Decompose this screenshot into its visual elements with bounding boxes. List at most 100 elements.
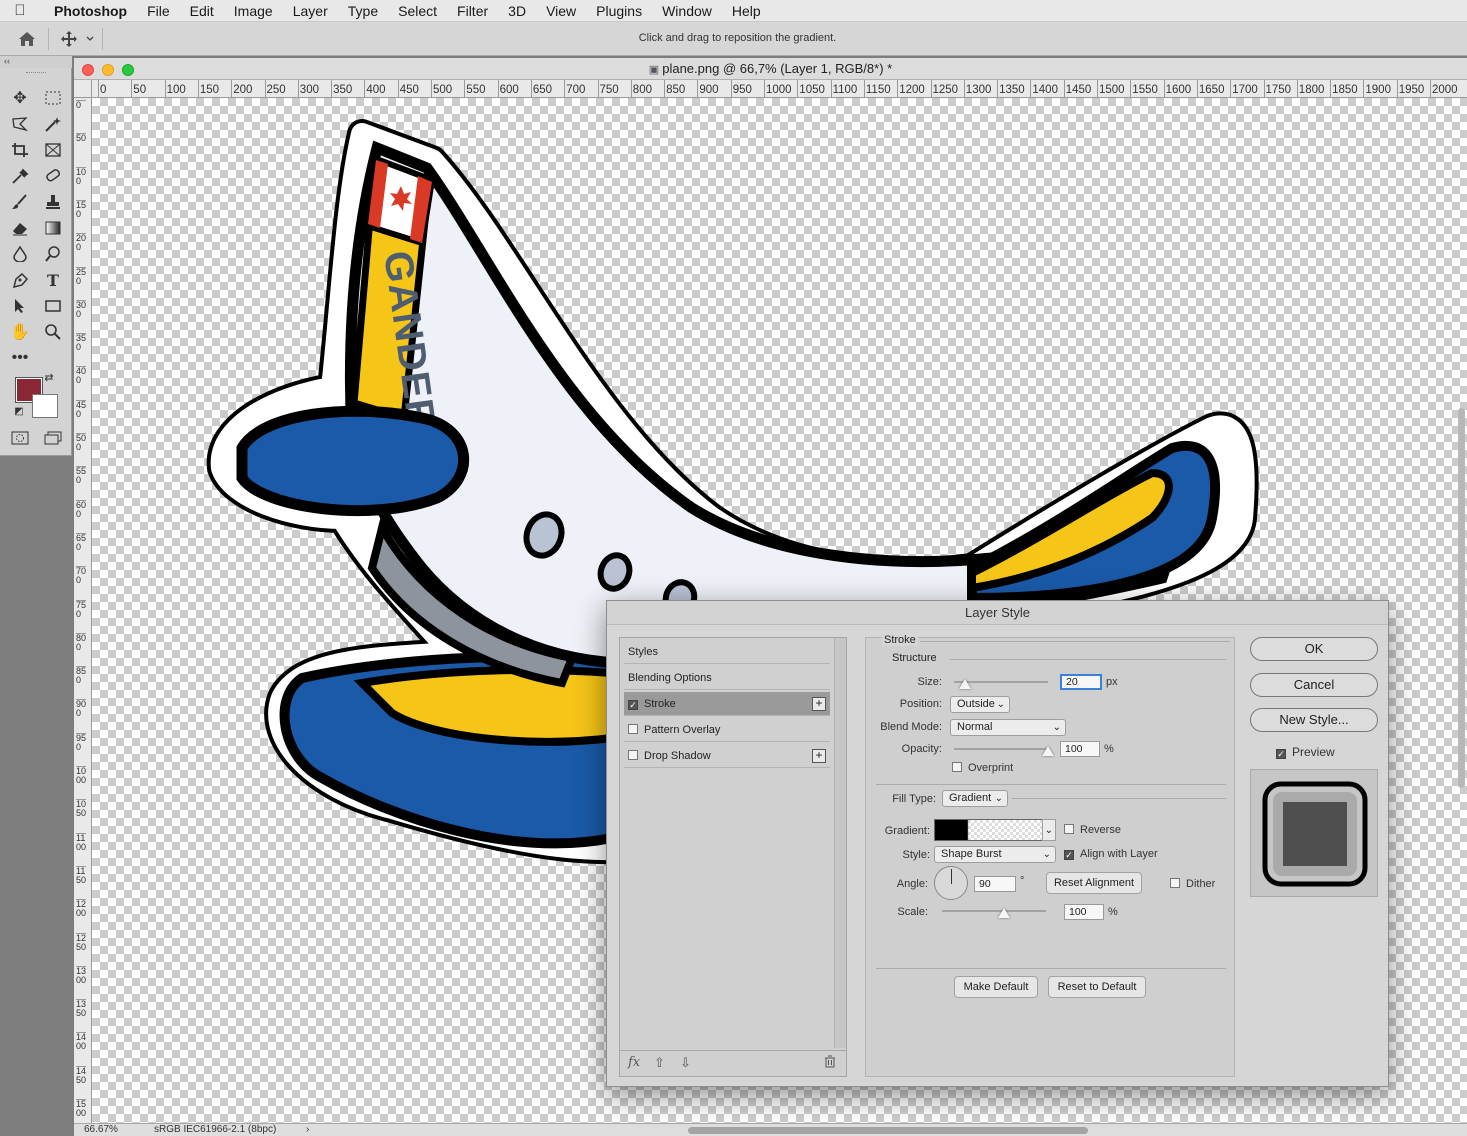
more-tools-icon[interactable]: ••• <box>7 346 33 370</box>
menu-window[interactable]: Window <box>652 0 722 22</box>
stroke-settings: Stroke Structure Size: 20 px Position: O… <box>865 634 1235 1077</box>
menu-type[interactable]: Type <box>338 0 388 22</box>
status-zoom[interactable]: 66.67% <box>84 1124 118 1135</box>
eraser-icon[interactable] <box>7 216 33 240</box>
reset-alignment-button[interactable]: Reset Alignment <box>1046 872 1142 894</box>
fill-type-select[interactable]: Gradient ⌄ <box>942 790 1008 807</box>
gradient-icon[interactable] <box>40 216 66 240</box>
vertical-ruler[interactable]: 0 50 100 150 200 250 300 350 400 450 500 550 600 650 7… <box>74 98 92 1123</box>
style-item-pattern-overlay[interactable]: Pattern Overlay <box>624 718 830 742</box>
frame-icon[interactable] <box>40 138 66 162</box>
ruler-label: 550 <box>76 466 87 486</box>
scale-slider-thumb[interactable] <box>998 908 1011 918</box>
tools-collapse-icon[interactable]: ‹‹ <box>0 56 72 68</box>
fx-icon[interactable]: fx <box>628 1055 640 1070</box>
reset-to-default-button[interactable]: Reset to Default <box>1048 976 1146 998</box>
healing-brush-icon[interactable] <box>40 164 66 188</box>
scale-slider[interactable] <box>942 910 1046 912</box>
move-tool-icon[interactable] <box>60 30 100 48</box>
ok-button[interactable]: OK <box>1250 637 1378 661</box>
eyedropper-icon[interactable] <box>7 164 33 188</box>
preview-checkbox[interactable]: ✓ Preview <box>1276 745 1335 759</box>
opacity-slider[interactable] <box>954 748 1048 750</box>
dither-checkbox[interactable]: Dither <box>1170 878 1215 890</box>
style-item-styles[interactable]: Styles <box>624 640 830 664</box>
menu-view[interactable]: View <box>536 0 586 22</box>
opacity-input[interactable]: 100 <box>1060 741 1100 757</box>
trash-icon[interactable] <box>824 1055 836 1071</box>
apple-menu-icon[interactable]:  <box>0 2 40 19</box>
angle-input[interactable]: 90 <box>974 876 1016 892</box>
vertical-scrollbar[interactable] <box>1458 408 1465 788</box>
zoom-window-icon[interactable] <box>122 64 134 76</box>
styles-list-scrollbar[interactable] <box>834 638 846 1048</box>
swap-colors-icon[interactable]: ⇄ <box>42 370 56 384</box>
menu-image[interactable]: Image <box>224 0 283 22</box>
menu-help[interactable]: Help <box>722 0 771 22</box>
stamp-icon[interactable] <box>40 190 66 214</box>
size-slider-thumb[interactable] <box>959 679 972 689</box>
brush-icon[interactable] <box>7 190 33 214</box>
home-icon[interactable] <box>16 30 38 48</box>
style-select[interactable]: Shape Burst ⌄ <box>934 846 1056 863</box>
style-item-drop-shadow[interactable]: Drop Shadow + <box>624 744 830 768</box>
add-drop-shadow-icon[interactable]: + <box>812 749 826 763</box>
dodge-icon[interactable] <box>40 242 66 266</box>
gradient-picker-button[interactable]: ⌄ <box>1042 819 1056 841</box>
stroke-checkbox[interactable]: ✓ <box>628 700 638 710</box>
menu-3d[interactable]: 3D <box>498 0 536 22</box>
menu-plugins[interactable]: Plugins <box>586 0 652 22</box>
lasso-icon[interactable] <box>7 112 33 136</box>
ruler-origin[interactable] <box>74 80 92 98</box>
position-select[interactable]: Outside ⌄ <box>950 696 1010 713</box>
horizontal-scrollbar[interactable] <box>688 1127 1088 1134</box>
gradient-swatch[interactable] <box>934 819 1044 841</box>
pattern-overlay-checkbox[interactable] <box>628 724 638 734</box>
ruler-tick <box>1396 80 1398 97</box>
magic-wand-icon[interactable] <box>40 112 66 136</box>
minimize-window-icon[interactable] <box>102 64 114 76</box>
move-down-icon[interactable]: ⇩ <box>680 1055 691 1071</box>
drop-shadow-checkbox[interactable] <box>628 750 638 760</box>
menu-select[interactable]: Select <box>388 0 447 22</box>
overprint-checkbox[interactable]: Overprint <box>952 762 1013 774</box>
pen-icon[interactable] <box>7 268 33 292</box>
align-with-layer-checkbox[interactable]: ✓ Align with Layer <box>1064 848 1158 860</box>
menu-app[interactable]: Photoshop <box>40 0 137 22</box>
close-window-icon[interactable] <box>82 64 94 76</box>
path-select-icon[interactable] <box>7 294 33 318</box>
blur-icon[interactable] <box>7 242 33 266</box>
crop-icon[interactable] <box>7 138 33 162</box>
hand-icon[interactable]: ✋ <box>7 320 33 344</box>
background-color-swatch[interactable] <box>32 394 58 418</box>
size-input[interactable]: 20 <box>1060 674 1102 690</box>
menu-layer[interactable]: Layer <box>283 0 338 22</box>
opacity-slider-thumb[interactable] <box>1042 746 1054 756</box>
menu-filter[interactable]: Filter <box>447 0 498 22</box>
zoom-icon[interactable] <box>40 320 66 344</box>
new-style-button[interactable]: New Style... <box>1250 708 1378 732</box>
rectangle-icon[interactable] <box>40 294 66 318</box>
type-icon[interactable]: T <box>40 268 66 292</box>
default-colors-icon[interactable]: ◩ <box>12 404 26 418</box>
angle-dial[interactable] <box>934 866 968 900</box>
scale-input[interactable]: 100 <box>1064 904 1104 920</box>
horizontal-ruler[interactable]: 0 50 100 150 200 250 300 350 400 450 500 550 600 650 7… <box>92 80 1467 98</box>
marquee-icon[interactable] <box>40 86 66 110</box>
status-menu-arrow[interactable]: › <box>306 1124 309 1135</box>
blend-mode-select[interactable]: Normal ⌄ <box>950 719 1066 736</box>
menu-edit[interactable]: Edit <box>180 0 224 22</box>
move-icon[interactable]: ✥ <box>7 86 33 110</box>
cancel-button[interactable]: Cancel <box>1250 673 1378 697</box>
make-default-button[interactable]: Make Default <box>954 976 1038 998</box>
quick-mask-icon[interactable] <box>7 426 33 450</box>
screen-mode-icon[interactable] <box>40 426 66 450</box>
style-item-blending-options[interactable]: Blending Options <box>624 666 830 690</box>
style-item-stroke[interactable]: ✓ Stroke + <box>624 692 830 716</box>
move-up-icon[interactable]: ⇧ <box>654 1055 665 1071</box>
reverse-checkbox[interactable]: Reverse <box>1064 824 1121 836</box>
add-stroke-icon[interactable]: + <box>812 697 826 711</box>
ruler-label: 1450 <box>76 1065 87 1085</box>
panel-grip[interactable] <box>26 72 46 75</box>
menu-file[interactable]: File <box>137 0 180 22</box>
